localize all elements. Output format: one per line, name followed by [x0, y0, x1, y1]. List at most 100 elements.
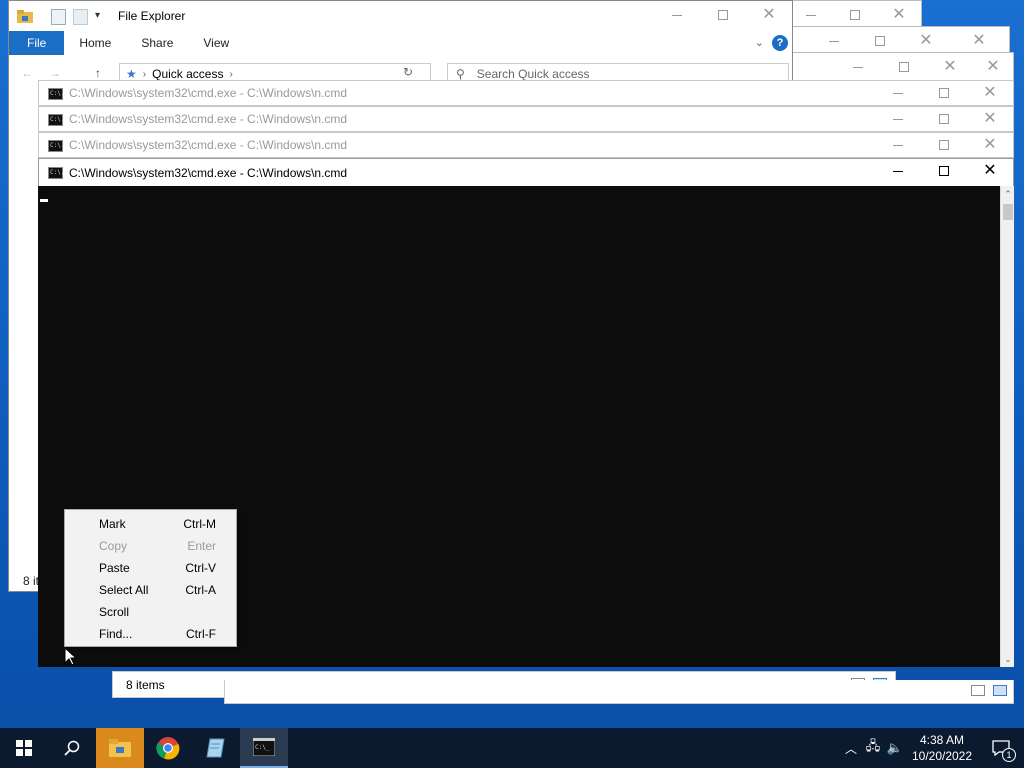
start-button[interactable] — [0, 728, 48, 768]
chevron-right-icon: › — [229, 68, 233, 80]
notification-button[interactable]: 1 — [978, 728, 1024, 768]
minimize-icon[interactable] — [875, 133, 921, 157]
scrollbar[interactable]: ⌃ ⌄ — [1000, 186, 1014, 667]
cmd-icon: C:\. — [48, 88, 64, 100]
minimize-icon[interactable] — [835, 53, 881, 81]
close-icon[interactable]: ✕ — [967, 159, 1013, 183]
search-placeholder: Search Quick access — [476, 67, 590, 81]
minimize-icon[interactable] — [789, 1, 833, 29]
system-tray: ︿ 🖧 🔈 4:38 AM 10/20/2022 1 — [840, 728, 1024, 768]
minimize-icon[interactable] — [875, 107, 921, 131]
minimize-icon[interactable] — [875, 159, 921, 183]
close-icon[interactable]: ✕ — [949, 27, 1009, 55]
context-menu: Mark Ctrl-M Copy Enter Paste Ctrl-V Sele… — [64, 509, 237, 647]
svg-text:C:\_: C:\_ — [255, 744, 270, 751]
maximize-icon[interactable] — [857, 27, 903, 55]
taskbar-file-explorer[interactable] — [96, 728, 144, 768]
cmd-title: C:\Windows\system32\cmd.exe - C:\Windows… — [69, 138, 348, 152]
volume-icon[interactable]: 🔈 — [884, 740, 906, 756]
menu-item-scroll[interactable]: Scroll — [65, 601, 236, 623]
search-button[interactable] — [48, 728, 96, 768]
forward-arrow-icon[interactable]: → — [49, 66, 61, 80]
maximize-icon[interactable] — [921, 159, 967, 183]
cmd-icon: C:\. — [48, 114, 64, 126]
minimize-icon[interactable] — [654, 1, 700, 29]
maximize-icon[interactable] — [921, 107, 967, 131]
close-icon[interactable]: ✕ — [967, 81, 1013, 105]
taskbar-cmd[interactable]: C:\_ — [240, 728, 288, 768]
folder-icon — [17, 9, 33, 23]
details-view-icon[interactable] — [971, 685, 985, 696]
close-icon[interactable]: ✕ — [967, 107, 1013, 131]
address-text: Quick access — [152, 67, 224, 81]
cmd-window-2[interactable]: C:\. C:\Windows\system32\cmd.exe - C:\Wi… — [38, 106, 1014, 132]
cmd-window-3[interactable]: C:\. C:\Windows\system32\cmd.exe - C:\Wi… — [38, 132, 1014, 158]
taskbar: C:\_ ︿ 🖧 🔈 4:38 AM 10/20/2022 1 — [0, 728, 1024, 768]
close-icon[interactable]: ✕ — [927, 53, 973, 81]
status-item-count: 8 it — [23, 574, 40, 588]
minimize-icon[interactable] — [811, 27, 857, 55]
notification-badge: 1 — [1002, 748, 1016, 762]
close-icon[interactable]: ✕ — [973, 53, 1013, 81]
tab-view[interactable]: View — [188, 31, 244, 55]
close-icon[interactable]: ✕ — [877, 1, 921, 29]
cmd-icon: C:\. — [48, 167, 64, 179]
refresh-icon[interactable]: ↻ — [403, 65, 413, 79]
scroll-down-icon[interactable]: ⌄ — [1002, 653, 1014, 665]
cmd-icon: C:\. — [48, 140, 64, 152]
text-cursor — [40, 199, 48, 202]
maximize-icon[interactable] — [700, 1, 746, 29]
help-icon[interactable]: ? — [772, 35, 788, 51]
close-icon[interactable]: ✕ — [746, 1, 792, 29]
maximize-icon[interactable] — [921, 133, 967, 157]
maximize-icon[interactable] — [921, 81, 967, 105]
back-arrow-icon[interactable]: ← — [21, 66, 33, 80]
title-bar: ▾ File Explorer ✕ — [9, 1, 792, 31]
scroll-up-icon[interactable]: ⌃ — [1002, 188, 1014, 200]
cmd-window-1[interactable]: C:\. C:\Windows\system32\cmd.exe - C:\Wi… — [38, 80, 1014, 106]
up-arrow-icon[interactable]: ↑ — [95, 66, 101, 80]
menu-item-select-all[interactable]: Select All Ctrl-A — [65, 579, 236, 601]
star-icon: ★ — [126, 67, 137, 81]
cmd-title: C:\Windows\system32\cmd.exe - C:\Windows… — [69, 166, 348, 180]
close-icon[interactable]: ✕ — [967, 133, 1013, 157]
properties-icon[interactable] — [51, 9, 66, 25]
windows-logo-icon — [16, 740, 32, 756]
tab-home[interactable]: Home — [64, 31, 126, 55]
cmd-window-active[interactable]: C:\. C:\Windows\system32\cmd.exe - C:\Wi… — [38, 158, 1014, 187]
search-icon — [64, 740, 80, 756]
explorer-status-bar-2 — [224, 680, 1014, 704]
clock[interactable]: 4:38 AM 10/20/2022 — [906, 732, 978, 764]
maximize-icon[interactable] — [881, 53, 927, 81]
chevron-down-icon[interactable]: ⌄ — [755, 36, 764, 49]
menu-item-copy: Copy Enter — [99, 539, 216, 553]
tab-share[interactable]: Share — [126, 31, 188, 55]
taskbar-notepad[interactable] — [192, 728, 240, 768]
cmd-icon: C:\_ — [253, 738, 275, 756]
scrollbar-thumb[interactable] — [1003, 204, 1013, 220]
minimize-icon[interactable] — [875, 81, 921, 105]
chevron-up-icon[interactable]: ︿ — [840, 740, 862, 757]
notepad-icon — [206, 738, 225, 758]
menu-item-mark[interactable]: Mark Ctrl-M — [65, 513, 236, 535]
taskbar-chrome[interactable] — [144, 728, 192, 768]
menu-item-paste[interactable]: Paste Ctrl-V — [65, 557, 236, 579]
chrome-icon — [156, 737, 180, 760]
background-window-3[interactable]: ✕ ✕ — [792, 52, 1014, 82]
tab-file[interactable]: File — [9, 31, 65, 55]
menu-item-find[interactable]: Find... Ctrl-F — [65, 623, 236, 645]
new-folder-icon[interactable] — [73, 9, 88, 25]
maximize-icon[interactable] — [833, 1, 877, 29]
status-item-count: 8 items — [126, 678, 165, 692]
close-icon[interactable]: ✕ — [903, 27, 949, 55]
mouse-pointer-icon — [64, 647, 76, 666]
chevron-down-icon[interactable]: ▾ — [95, 10, 100, 21]
chevron-right-icon: › — [142, 68, 147, 80]
window-title: File Explorer — [118, 9, 186, 23]
network-icon[interactable]: 🖧 — [862, 737, 884, 759]
clock-time: 4:38 AM — [919, 733, 965, 747]
search-icon: ⚲ — [456, 67, 465, 81]
clock-date: 10/20/2022 — [911, 749, 973, 763]
cmd-title: C:\Windows\system32\cmd.exe - C:\Windows… — [69, 86, 348, 100]
large-icons-view-icon[interactable] — [993, 685, 1007, 696]
